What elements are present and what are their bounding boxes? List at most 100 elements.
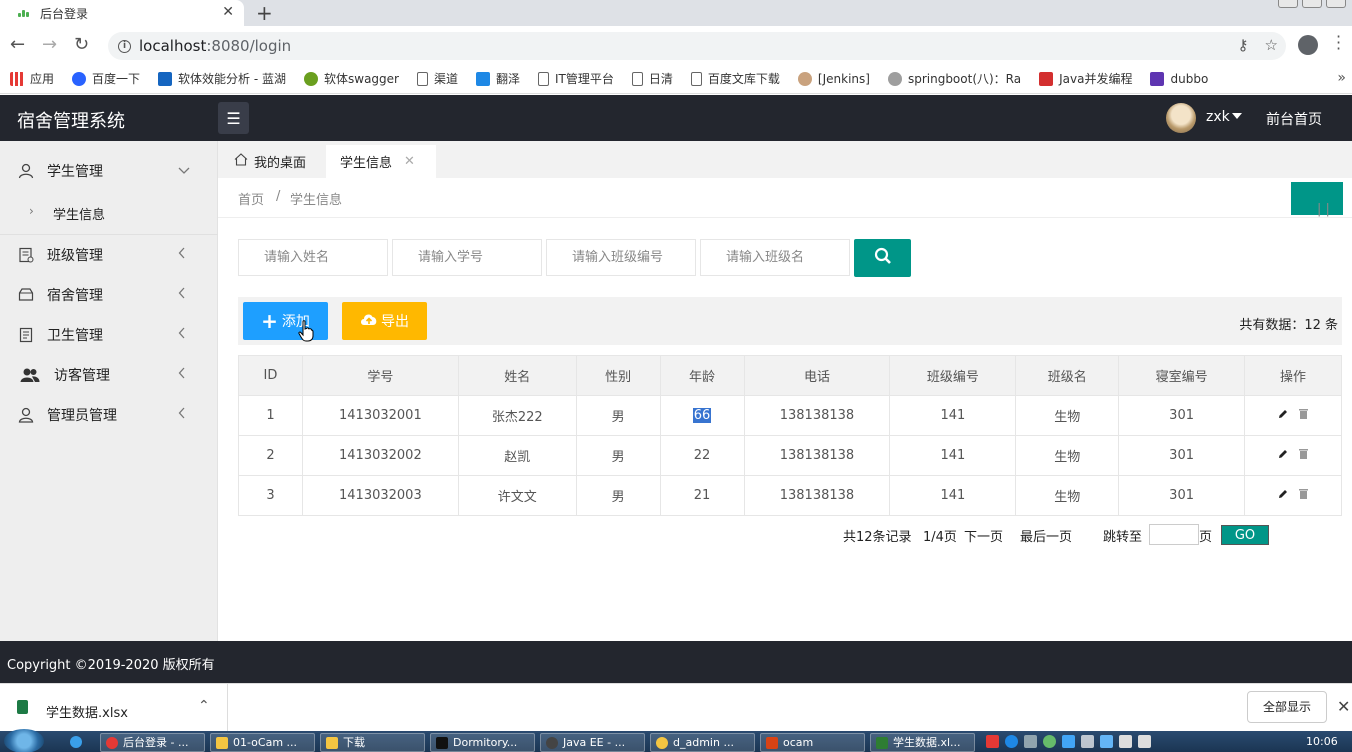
table-row[interactable]: 1 1413032001 张杰222 男 66 138138138 141 生物… [238,395,1342,436]
edit-icon[interactable] [1278,448,1288,463]
avatar[interactable] [1166,103,1196,133]
delete-icon[interactable] [1298,408,1309,423]
edit-icon[interactable] [1278,488,1288,503]
page-icon [538,71,550,86]
sidebar-item-visitors[interactable]: 访客管理 [0,355,218,395]
sidebar-item-admins[interactable]: 管理员管理 [0,395,218,435]
edit-icon[interactable] [1278,408,1288,423]
tray-icon[interactable] [1100,735,1113,748]
username[interactable]: zxk [1206,109,1230,125]
bookmark-item[interactable]: 软体swagger [304,70,399,87]
column-header[interactable]: 寝室编号 [1118,355,1246,396]
download-item[interactable]: 学生数据.xlsx ⌃ [0,684,228,732]
tab-student-info[interactable]: 学生信息 ✕ [326,145,436,178]
taskbar-button[interactable]: 01-oCam ... [210,733,315,752]
sidebar-item-classes[interactable]: 班级管理 [0,235,218,275]
tray-icon[interactable] [1024,735,1037,748]
show-all-button[interactable]: 全部显示 [1247,691,1327,723]
column-header[interactable]: 班级名 [1015,355,1120,396]
column-header[interactable]: 班级编号 [889,355,1017,396]
sidebar-item-student-info[interactable]: › 学生信息 [0,195,218,231]
browser-menu-icon[interactable]: · · · [1336,29,1341,57]
class-number-search-input[interactable] [546,239,696,276]
page-number-input[interactable] [1149,524,1199,545]
browser-tab[interactable]: 后台登录 ✕ [0,0,244,26]
column-header[interactable]: 学号 [301,355,459,396]
bookmark-item[interactable]: 翻泽 [476,70,520,87]
ie-icon[interactable] [60,733,94,752]
tray-icon[interactable] [1005,735,1018,748]
bookmark-item[interactable]: [Jenkins] [797,71,870,86]
sidebar-item-students[interactable]: 学生管理 [0,151,218,191]
column-header[interactable]: 姓名 [457,355,577,396]
bookmark-item[interactable]: 日清 [631,70,673,87]
reload-icon[interactable]: ↻ [74,34,89,55]
close-icon[interactable]: ✕ [1337,697,1350,716]
bookmark-item[interactable]: Java并发编程 [1039,70,1132,87]
pager-last[interactable]: 最后一页 [1020,524,1072,546]
more-bookmarks-icon[interactable]: » [1337,70,1346,86]
volume-icon[interactable] [1138,735,1151,748]
start-button-icon[interactable] [4,729,44,752]
sidebar-item-hygiene[interactable]: 卫生管理 [0,315,218,355]
url-field[interactable]: i localhost:8080/login ⚷ ☆ [108,32,1286,60]
bookmark-item[interactable]: springboot(八)：Ra [887,70,1021,87]
pager-next[interactable]: 下一页 [964,524,1003,546]
tray-icon[interactable] [1043,735,1056,748]
column-header[interactable]: ID [238,355,303,396]
delete-icon[interactable] [1298,448,1309,463]
info-icon[interactable]: i [118,39,131,53]
bookmark-item[interactable]: 软体效能分析 - 蓝湖 [158,70,286,87]
minimize-icon[interactable] [1278,0,1298,8]
add-button[interactable]: + 添加 [243,302,328,340]
breadcrumb-home[interactable]: 首页 [238,189,264,208]
bookmark-item[interactable]: 百度文库下载 [690,70,780,87]
back-icon[interactable]: ← [10,34,25,55]
tab-home[interactable]: 我的桌面 [226,145,329,178]
column-header[interactable]: 性别 [575,355,661,396]
close-window-icon[interactable] [1326,0,1346,8]
export-button[interactable]: 导出 [342,302,427,340]
key-icon[interactable]: ⚷ [1238,36,1249,54]
tray-icon[interactable] [1062,735,1075,748]
bookmark-item[interactable]: 渠道 [416,70,458,87]
maximize-icon[interactable] [1302,0,1322,8]
tab-close-icon[interactable]: ✕ [222,4,234,20]
delete-icon[interactable] [1298,488,1309,503]
bookmark-item[interactable]: 百度一下 [72,70,140,87]
front-page-link[interactable]: 前台首页 [1266,109,1322,129]
search-button[interactable] [854,239,911,277]
taskbar-button[interactable]: Java EE - ... [540,733,645,752]
bookmark-item[interactable]: IT管理平台 [538,70,614,87]
taskbar-button[interactable]: Dormitory... [430,733,535,752]
name-search-input[interactable] [238,239,388,276]
taskbar-button[interactable]: d_admin ... [650,733,755,752]
chevron-up-icon[interactable]: ⌃ [198,698,210,714]
tray-icon[interactable] [986,735,999,748]
clock[interactable]: 10:06 [1306,735,1338,748]
taskbar-button[interactable]: ocam [760,733,865,752]
student-id-search-input[interactable] [392,239,542,276]
taskbar-button[interactable]: 学生数据.xl... [870,733,975,752]
profile-icon[interactable] [1298,35,1318,55]
bookmark-item[interactable]: 应用 [10,70,54,87]
tray-icon[interactable] [1119,735,1132,748]
taskbar-button[interactable]: 后台登录 - ... [100,733,205,752]
class-name-search-input[interactable] [700,239,850,276]
close-icon[interactable]: ✕ [404,154,415,169]
taskbar-button[interactable]: 下载 [320,733,425,752]
new-tab-icon[interactable]: + [256,1,273,25]
refresh-button[interactable]: | | [1291,182,1343,217]
menu-toggle-icon[interactable]: ☰ [218,102,249,134]
column-header[interactable]: 电话 [743,355,891,396]
table-row[interactable]: 3 1413032003 许文文 男 21 138138138 141 生物 3… [238,475,1342,516]
sidebar-item-dorms[interactable]: 宿舍管理 [0,275,218,315]
column-header[interactable]: 年龄 [659,355,745,396]
table-row[interactable]: 2 1413032002 赵凯 男 22 138138138 141 生物 30… [238,435,1342,476]
bookmark-item[interactable]: dubbo [1150,71,1208,86]
caret-down-icon[interactable] [1232,113,1242,119]
forward-icon[interactable]: → [42,34,57,55]
go-button[interactable]: GO [1221,525,1269,545]
star-icon[interactable]: ☆ [1265,36,1278,54]
tray-icon[interactable] [1081,735,1094,748]
